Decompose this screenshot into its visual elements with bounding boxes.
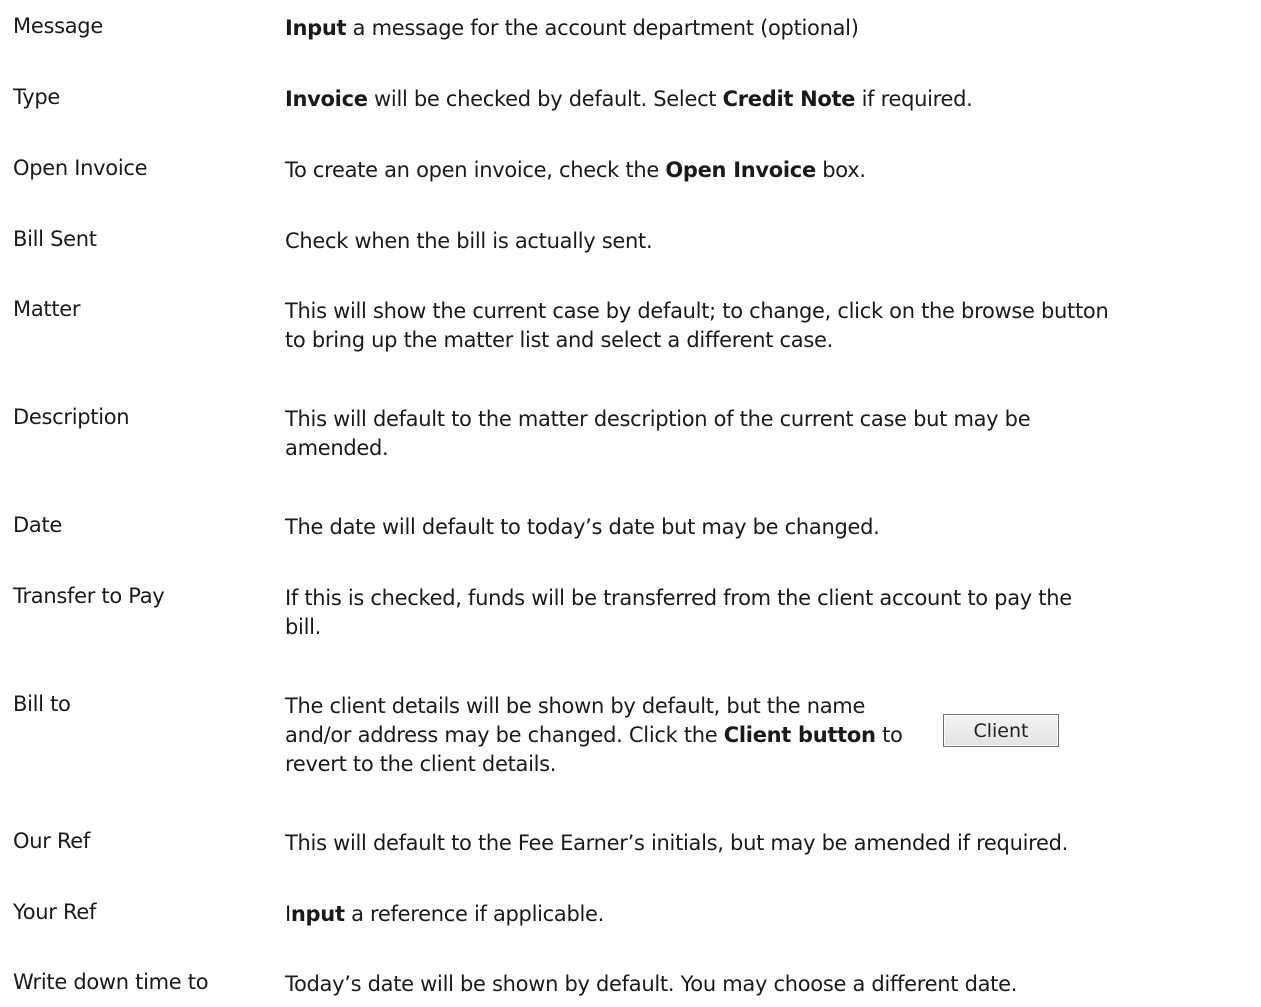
term-date: Date: [13, 513, 62, 537]
desc-our-ref: This will default to the Fee Earner’s in…: [285, 831, 1069, 855]
term-description: Description: [13, 405, 130, 429]
client-button[interactable]: Client: [943, 714, 1059, 747]
desc-bill-sent: Check when the bill is actually sent.: [285, 229, 653, 253]
term-transfer-to-pay: Transfer to Pay: [13, 584, 165, 608]
term-message: Message: [13, 14, 103, 38]
desc-date: The date will default to today’s date bu…: [285, 515, 880, 539]
term-your-ref: Your Ref: [13, 900, 97, 924]
term-bill-to: Bill to: [13, 692, 71, 716]
desc-write-down-time: Today’s date will be shown by default. Y…: [285, 972, 1018, 996]
desc-bill-to: The client details will be shown by defa…: [285, 694, 903, 776]
desc-type: Invoice will be checked by default. Sele…: [285, 87, 973, 111]
term-bill-sent: Bill Sent: [13, 227, 97, 251]
term-open-invoice: Open Invoice: [13, 156, 148, 180]
term-our-ref: Our Ref: [13, 829, 91, 853]
term-write-down-time: Write down time to: [13, 970, 209, 994]
desc-open-invoice: To create an open invoice, check the Ope…: [285, 158, 866, 182]
desc-description: This will default to the matter descript…: [285, 407, 1031, 460]
term-type: Type: [13, 85, 61, 109]
desc-transfer-to-pay: If this is checked, funds will be transf…: [285, 586, 1072, 639]
term-matter: Matter: [13, 297, 81, 321]
desc-message: Input a message for the account departme…: [285, 16, 859, 40]
desc-your-ref: Input a reference if applicable.: [285, 902, 605, 926]
desc-matter: This will show the current case by defau…: [285, 299, 1109, 352]
